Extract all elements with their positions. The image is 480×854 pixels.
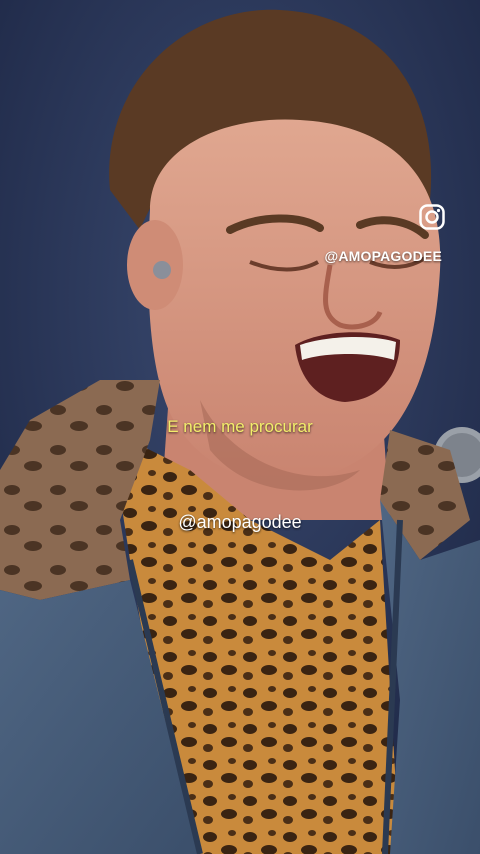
center-handle: @amopagodee bbox=[178, 512, 302, 532]
instagram-icon bbox=[418, 203, 446, 231]
lyric-caption: E nem me procurar bbox=[167, 417, 313, 436]
watermark-handle: @AMOPAGODEE bbox=[324, 248, 442, 264]
video-frame: @AMOPAGODEE E nem me procurar @amopagode… bbox=[0, 0, 480, 854]
